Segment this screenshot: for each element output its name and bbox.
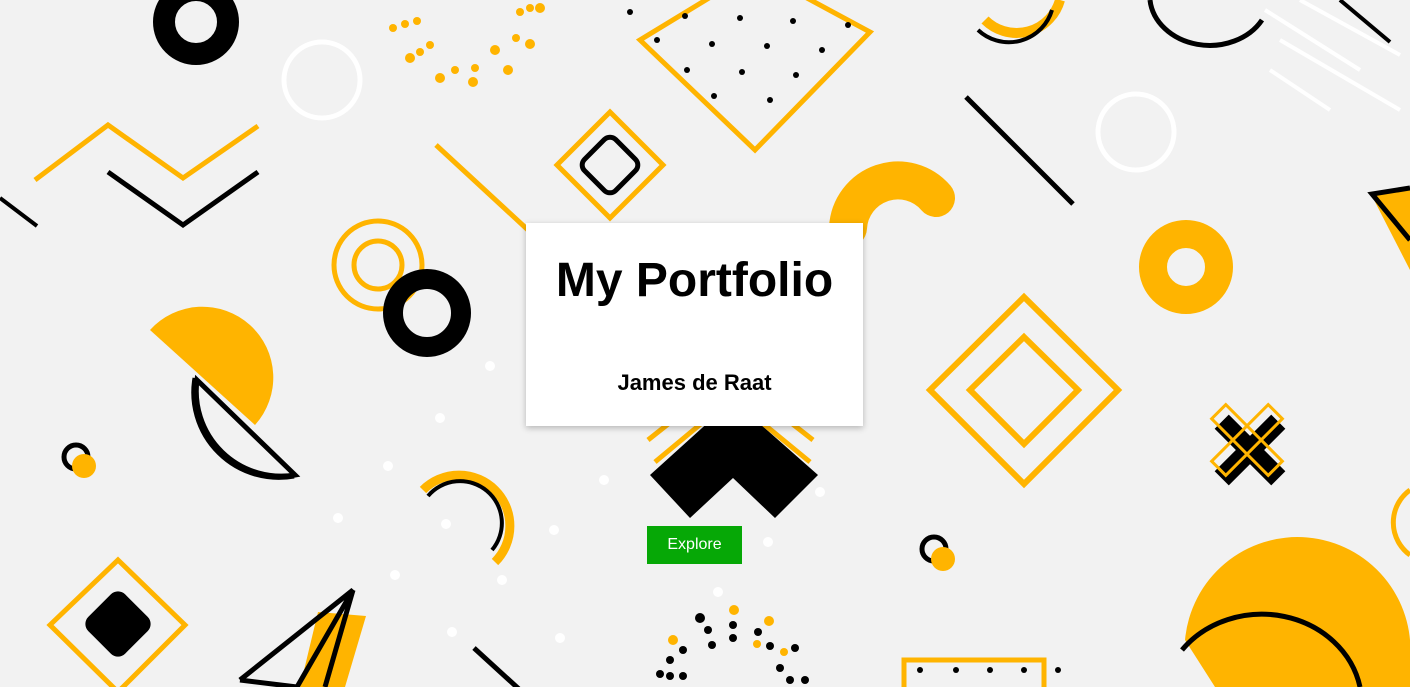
author-name: James de Raat <box>617 370 772 395</box>
page-title: My Portfolio <box>555 254 834 307</box>
explore-button[interactable]: Explore <box>647 526 742 564</box>
title-card: My Portfolio James de Raat <box>526 223 863 426</box>
page: My Portfolio James de Raat Explore <box>0 0 1410 687</box>
